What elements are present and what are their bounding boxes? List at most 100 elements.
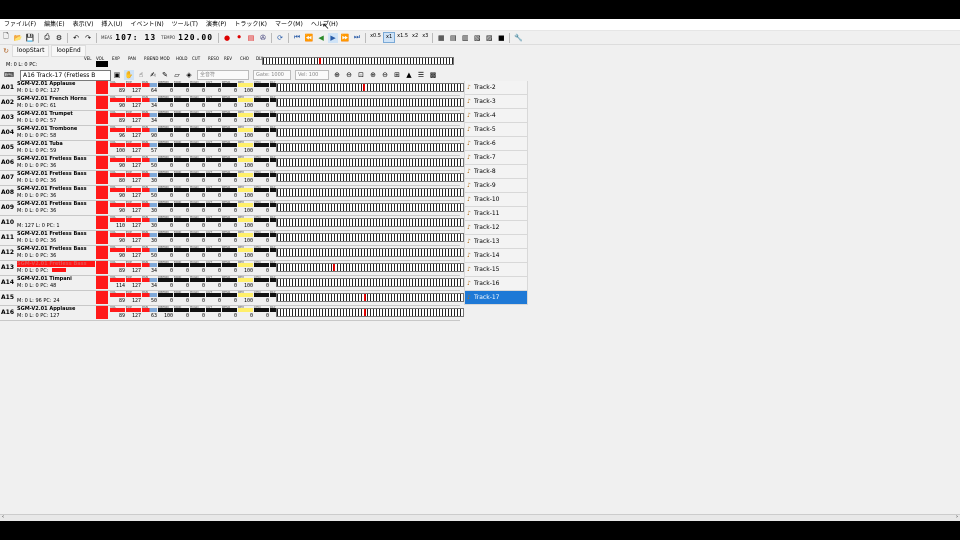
controller-cell[interactable]: P.BEND 0 [158, 215, 174, 230]
controller-cell[interactable]: P.BEND 0 [158, 275, 174, 290]
controller-cell[interactable]: VOL 110 [110, 215, 126, 230]
controller-cell[interactable]: MOD 0 [174, 245, 190, 260]
controller-slider[interactable] [158, 203, 173, 207]
track-instrument-name[interactable]: SGM-V2.01 Timpani [17, 276, 95, 282]
controller-slider[interactable] [174, 83, 189, 87]
controller-slider[interactable] [190, 143, 205, 147]
controller-cell[interactable]: P.BEND 0 [158, 125, 174, 140]
track-instrument-name[interactable]: SGM-V2.01 Fretless Bass [17, 171, 95, 177]
track-settings-icon[interactable]: ▣ [112, 70, 122, 80]
controller-cell[interactable]: REV 100 [238, 245, 254, 260]
controller-slider[interactable] [110, 263, 125, 267]
loop-start-button[interactable]: loopStart [12, 44, 50, 57]
controller-slider[interactable] [190, 188, 205, 192]
controller-cell[interactable]: HOLD 0 [190, 95, 206, 110]
controller-cell[interactable]: VOL 90 [110, 95, 126, 110]
controller-cell[interactable]: EXP 127 [126, 260, 142, 275]
controller-cell[interactable]: CUT 0 [206, 110, 222, 125]
controller-slider[interactable] [206, 278, 221, 282]
controller-cell[interactable]: MOD 0 [174, 125, 190, 140]
controller-slider[interactable] [110, 158, 125, 162]
controller-cell[interactable]: P.BEND 0 [158, 95, 174, 110]
track-instrument-name[interactable]: SGM-V2.01 Fretless Bass [17, 231, 95, 237]
controller-cell[interactable]: MOD 0 [174, 80, 190, 95]
controller-cell[interactable]: EXP 127 [126, 185, 142, 200]
midi-icon[interactable]: ✇ [258, 33, 268, 43]
scroll-right-icon[interactable]: › [956, 514, 958, 520]
controller-cell[interactable]: RESO 0 [222, 110, 238, 125]
controller-cell[interactable]: CHO 0 [254, 245, 270, 260]
controller-cell[interactable]: VOL 80 [110, 170, 126, 185]
track-instrument-name[interactable]: SGM-V2.01 Fretless Bass [17, 261, 95, 267]
controller-cell[interactable]: REV 100 [238, 260, 254, 275]
controller-slider[interactable] [254, 83, 269, 87]
controller-cell[interactable]: PAN 50 [142, 185, 158, 200]
controller-slider[interactable] [110, 188, 125, 192]
paint-icon[interactable]: ◈ [184, 70, 194, 80]
controller-slider[interactable] [110, 278, 125, 282]
track-list-item[interactable]: ♪ Track-14 [464, 249, 528, 263]
controller-slider[interactable] [238, 248, 253, 252]
controller-slider[interactable] [142, 218, 157, 222]
track-keyboard[interactable] [276, 188, 464, 197]
controller-cell[interactable]: RESO 0 [222, 95, 238, 110]
controller-cell[interactable]: CHO 0 [254, 290, 270, 305]
keyboard-icon[interactable]: ⌨ [4, 70, 14, 80]
selected-track-dropdown[interactable]: A16 Track-17 (Fretless B [20, 69, 111, 81]
controller-cell[interactable]: REV 100 [238, 155, 254, 170]
velocity-input[interactable]: Vel: 100 [295, 70, 329, 80]
controller-slider[interactable] [222, 113, 237, 117]
controller-slider[interactable] [158, 128, 173, 132]
controller-cell[interactable]: EXP 127 [126, 140, 142, 155]
controller-cell[interactable]: EXP 127 [126, 170, 142, 185]
controller-slider[interactable] [110, 128, 125, 132]
controller-slider[interactable] [238, 308, 253, 312]
controller-slider[interactable] [126, 128, 141, 132]
controller-slider[interactable] [238, 218, 253, 222]
controller-slider[interactable] [158, 248, 173, 252]
controller-cell[interactable]: VOL 90 [110, 200, 126, 215]
track-keyboard[interactable] [276, 308, 464, 317]
controller-slider[interactable] [142, 113, 157, 117]
controller-cell[interactable]: EXP 127 [126, 155, 142, 170]
controller-slider[interactable] [126, 188, 141, 192]
controller-cell[interactable]: VOL 90 [110, 185, 126, 200]
track-keyboard[interactable] [276, 158, 464, 167]
controller-slider[interactable] [254, 203, 269, 207]
controller-slider[interactable] [190, 248, 205, 252]
controller-slider[interactable] [254, 263, 269, 267]
controller-slider[interactable] [158, 218, 173, 222]
redo-icon[interactable]: ↷ [83, 33, 93, 43]
controller-cell[interactable]: CUT 0 [206, 170, 222, 185]
track-keyboard[interactable] [276, 98, 464, 107]
controller-cell[interactable]: HOLD 0 [190, 140, 206, 155]
zoom-fit-icon[interactable]: ⊡ [356, 70, 366, 80]
loop-end-button[interactable]: loopEnd [51, 44, 86, 57]
controller-slider[interactable] [238, 98, 253, 102]
controller-slider[interactable] [158, 83, 173, 87]
gate-input[interactable]: Gate: 1000 [253, 70, 291, 80]
controller-cell[interactable]: CHO 0 [254, 170, 270, 185]
controller-cell[interactable]: RESO 0 [222, 290, 238, 305]
pointer-tool-icon[interactable]: ☝ [136, 70, 146, 80]
horizontal-scrollbar[interactable]: ‹ › [0, 514, 960, 521]
controller-slider[interactable] [142, 308, 157, 312]
controller-slider[interactable] [190, 218, 205, 222]
controller-slider[interactable] [254, 158, 269, 162]
controller-cell[interactable]: CHO 0 [254, 260, 270, 275]
controller-cell[interactable]: PAN 63 [142, 305, 158, 320]
controller-cell[interactable]: P.BEND 0 [158, 140, 174, 155]
track-instrument-name[interactable]: SGM-V2.01 Applause [17, 81, 95, 87]
track-instrument-name[interactable]: SGM-V2.01 Tuba [17, 141, 95, 147]
new-file-icon[interactable]: 🗋 [1, 32, 11, 43]
controller-slider[interactable] [254, 113, 269, 117]
controller-slider[interactable] [174, 128, 189, 132]
controller-slider[interactable] [206, 293, 221, 297]
controller-slider[interactable] [126, 233, 141, 237]
program-change-value[interactable]: 36 [50, 163, 56, 169]
controller-slider[interactable] [190, 158, 205, 162]
controller-slider[interactable] [142, 248, 157, 252]
lock-icon[interactable]: ▩ [428, 70, 438, 80]
controller-cell[interactable]: CUT 0 [206, 185, 222, 200]
settings-icon[interactable]: ⚙ [54, 33, 64, 43]
